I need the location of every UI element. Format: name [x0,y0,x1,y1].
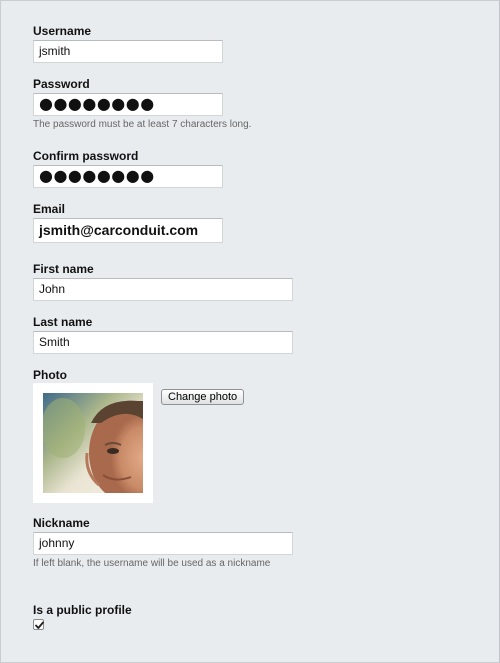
password-input[interactable]: ●●●●●●●● [33,93,223,116]
profile-photo [33,383,153,503]
password-label: Password [33,77,90,91]
profile-photo-image [43,393,143,493]
first-name-input[interactable]: John [33,278,293,301]
username-input[interactable]: jsmith [33,40,223,63]
last-name-label: Last name [33,315,93,329]
email-input[interactable]: jsmith@carconduit.com [33,218,223,243]
confirm-password-label: Confirm password [33,149,139,163]
public-profile-label: Is a public profile [33,603,132,617]
nickname-hint: If left blank, the username will be used… [33,558,271,569]
password-hint: The password must be at least 7 characte… [33,119,252,130]
change-photo-button[interactable]: Change photo [161,389,245,405]
photo-label: Photo [33,368,67,382]
first-name-label: First name [33,262,94,276]
nickname-label: Nickname [33,516,90,530]
public-profile-checkbox[interactable] [33,619,44,630]
last-name-input[interactable]: Smith [33,331,293,354]
username-label: Username [33,24,92,38]
checkmark-icon [35,621,44,629]
confirm-password-input[interactable]: ●●●●●●●● [33,165,223,188]
email-label: Email [33,202,66,216]
nickname-input[interactable]: johnny [33,532,293,555]
